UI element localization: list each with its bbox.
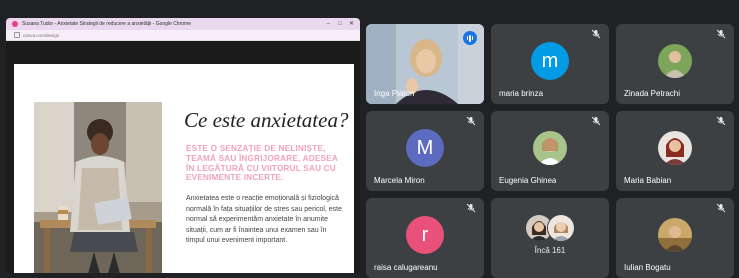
participant-tile-maria-babian[interactable]: Maria Babian xyxy=(616,111,734,191)
browser-title-bar: Susana Tudor - Anxietate Strategii de re… xyxy=(6,18,360,30)
slide-body: Anxietatea este o reacție emoțională și … xyxy=(186,195,343,244)
participant-tile-maria-brinza[interactable]: m maria brinza xyxy=(491,24,609,104)
browser-window-title: Susana Tudor - Anxietate Strategii de re… xyxy=(22,21,191,27)
slide-photo xyxy=(34,102,162,273)
woman-with-laptop-image xyxy=(34,102,162,273)
lock-icon xyxy=(14,32,20,38)
participant-tile-inga-platon[interactable]: Inga Platon xyxy=(366,24,484,104)
participant-name: Zinada Petrachi xyxy=(624,89,681,98)
participant-name: raisa calugareanu xyxy=(374,263,438,272)
avatar xyxy=(533,131,567,165)
participant-name: maria brinza xyxy=(499,89,544,98)
avatar xyxy=(658,218,692,252)
participant-tile-raisa-calugareanu[interactable]: r raisa calugareanu xyxy=(366,198,484,278)
participant-name: Maria Babian xyxy=(624,176,672,185)
participant-tile-marcela-miron[interactable]: M Marcela Miron xyxy=(366,111,484,191)
mic-off-icon xyxy=(590,29,602,41)
browser-url[interactable]: canva.com/design xyxy=(23,33,59,38)
slide-subheading: ESTE O SENZAȚIE DE NELINIȘTE, TEAMĂ SAU … xyxy=(186,144,338,183)
presentation-slide: Ce este anxietatea? ESTE O SENZAȚIE DE N… xyxy=(14,64,354,273)
avatar xyxy=(658,131,692,165)
more-participants-count: Încă 161 xyxy=(534,246,566,255)
avatar: M xyxy=(406,129,444,167)
more-participants-avatars xyxy=(525,214,575,242)
mic-off-icon xyxy=(465,203,477,215)
maximize-icon[interactable]: □ xyxy=(338,20,342,28)
participant-tile-iulian-bogatu[interactable]: Iulian Bogatu xyxy=(616,198,734,278)
close-icon[interactable]: ✕ xyxy=(349,20,354,28)
browser-favicon-icon xyxy=(12,21,18,27)
mic-off-icon xyxy=(465,116,477,128)
mic-off-icon xyxy=(715,29,727,41)
avatar xyxy=(658,44,692,78)
avatar: m xyxy=(531,42,569,80)
participant-name: Eugenia Ghinea xyxy=(499,176,557,185)
participant-name: Inga Platon xyxy=(374,89,415,98)
shared-screen: Susana Tudor - Anxietate Strategii de re… xyxy=(6,18,360,273)
browser-address-bar[interactable]: canva.com/design xyxy=(6,30,360,41)
minimize-icon[interactable]: – xyxy=(327,20,330,28)
participant-tile-zinada-petrachi[interactable]: Zinada Petrachi xyxy=(616,24,734,104)
participant-tile-overflow[interactable]: Încă 161 xyxy=(491,198,609,278)
avatar xyxy=(547,214,575,242)
participant-name: Iulian Bogatu xyxy=(624,263,671,272)
mic-off-icon xyxy=(715,116,727,128)
mic-off-icon xyxy=(715,203,727,215)
audio-level-icon xyxy=(463,31,477,45)
participant-name: Marcela Miron xyxy=(374,176,425,185)
slide-heading: Ce este anxietatea? xyxy=(184,108,349,132)
participant-tile-eugenia-ghinea[interactable]: Eugenia Ghinea xyxy=(491,111,609,191)
avatar: r xyxy=(406,216,444,254)
mic-off-icon xyxy=(590,116,602,128)
